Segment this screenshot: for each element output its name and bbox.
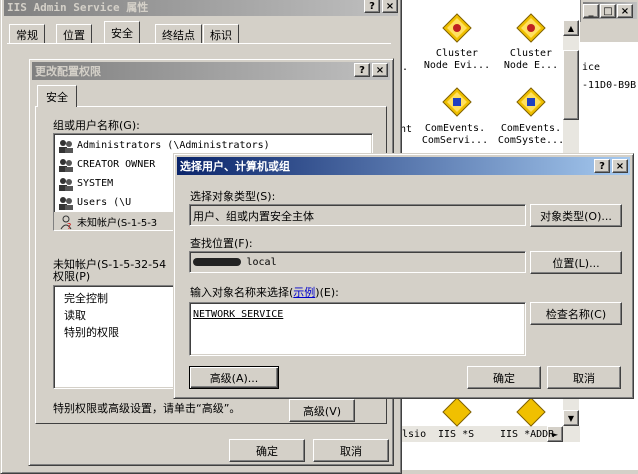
user-name: 未知帐户(S-1-5-3 bbox=[77, 218, 158, 229]
object-type-value: 用户、组或内置安全主体 bbox=[193, 210, 314, 223]
users-group-icon bbox=[59, 158, 73, 172]
unknown-user-icon: ? bbox=[60, 215, 72, 230]
list-sub-text: -11D0-B9B bbox=[582, 80, 637, 91]
select-users-window: 选择用户、计算机或组 ? × 选择对象类型(S): 用户、组或内置安全主体 对象… bbox=[173, 153, 634, 399]
list-item[interactable]: IIS *S bbox=[438, 429, 474, 440]
location-label: 查找位置(F): bbox=[190, 237, 253, 250]
object-type-label: 选择对象类型(S): bbox=[190, 190, 276, 203]
tab-label: 常规 bbox=[16, 28, 38, 42]
redacted-block bbox=[193, 258, 241, 266]
locations-button[interactable]: 位置(L)... bbox=[530, 251, 622, 274]
item-line1: ComEvents. bbox=[500, 123, 562, 134]
component-icon[interactable] bbox=[515, 396, 547, 428]
list-item[interactable]: ComEvents. ComSyste... bbox=[493, 123, 569, 147]
item-line1: Cluster bbox=[435, 48, 479, 59]
users-group-icon bbox=[59, 177, 73, 191]
component-icon[interactable] bbox=[441, 12, 473, 44]
tab-label: 终结点 bbox=[162, 28, 195, 42]
list-item[interactable]: ComEvents. ComServi... bbox=[417, 123, 493, 147]
object-names-value: NETWORK SERVICE bbox=[193, 309, 284, 320]
tab-security[interactable]: 安全 bbox=[37, 85, 77, 107]
tab-identity[interactable]: 标识 bbox=[203, 24, 239, 44]
names-label: 输入对象名称来选择(示例)(E): bbox=[190, 284, 339, 300]
help-icon[interactable]: ? bbox=[364, 0, 380, 13]
help-icon[interactable]: ? bbox=[594, 159, 610, 173]
window-title: IIS Admin Service 属性 bbox=[7, 1, 149, 14]
object-type-field: 用户、组或内置安全主体 bbox=[189, 204, 526, 226]
tab-label: 位置 bbox=[63, 28, 85, 42]
user-name: Administrators (\Administrators) bbox=[77, 140, 270, 151]
item-line2: ComSyste... bbox=[497, 135, 565, 146]
item-line1: Cluster bbox=[509, 48, 553, 59]
tab-endpoints[interactable]: 终结点 bbox=[155, 24, 202, 44]
list-item[interactable]: Cluster Node Evi... bbox=[419, 48, 495, 72]
permissions-label: 权限(P) bbox=[53, 270, 91, 283]
cancel-button[interactable]: 取消 bbox=[547, 366, 621, 389]
location-field: local bbox=[189, 251, 526, 273]
tab-label: 标识 bbox=[210, 28, 232, 42]
group-label: 组或用户名称(G): bbox=[53, 119, 140, 132]
ok-button[interactable]: 确定 bbox=[467, 366, 541, 389]
users-group-icon bbox=[59, 139, 73, 153]
list-item[interactable]: IIS *ADDR bbox=[500, 429, 554, 440]
component-icon[interactable] bbox=[441, 86, 473, 118]
advanced-button[interactable]: 高级(A)... bbox=[189, 366, 279, 389]
users-group-icon bbox=[59, 196, 73, 210]
scroll-down-icon[interactable]: ▼ bbox=[563, 410, 579, 426]
item-line2: Node E... bbox=[503, 60, 559, 71]
user-name: CREATOR OWNER bbox=[77, 159, 156, 170]
tab-security[interactable]: 安全 bbox=[104, 21, 140, 43]
close-icon[interactable]: × bbox=[372, 63, 388, 77]
permissions-list[interactable]: 完全控制 读取 特别的权限 bbox=[53, 285, 193, 389]
object-names-input[interactable]: NETWORK SERVICE bbox=[189, 302, 526, 356]
tab-location[interactable]: 位置 bbox=[56, 24, 92, 44]
cancel-button[interactable]: 取消 bbox=[313, 439, 389, 462]
tab-label: 安全 bbox=[46, 90, 68, 104]
examples-link[interactable]: 示例 bbox=[293, 286, 315, 299]
tab-general[interactable]: 常规 bbox=[9, 24, 45, 44]
partial-text: . bbox=[402, 62, 409, 73]
window-title: 更改配置权限 bbox=[35, 65, 101, 78]
iis-properties-titlebar[interactable]: IIS Admin Service 属性 bbox=[4, 0, 398, 16]
change-permissions-titlebar[interactable]: 更改配置权限 bbox=[32, 62, 390, 80]
user-name: SYSTEM bbox=[77, 178, 114, 189]
item-line2: Node Evi... bbox=[423, 60, 491, 71]
select-users-titlebar[interactable]: 选择用户、计算机或组 bbox=[177, 157, 630, 175]
list-header-text: ice bbox=[582, 62, 601, 73]
close-icon[interactable]: × bbox=[612, 159, 628, 173]
component-icon[interactable] bbox=[441, 396, 473, 428]
maximize-icon[interactable]: □ bbox=[600, 4, 616, 18]
location-value: local bbox=[246, 257, 277, 268]
item-line2: ComServi... bbox=[421, 135, 489, 146]
close-icon[interactable]: × bbox=[382, 0, 398, 13]
tab-label: 安全 bbox=[111, 26, 133, 40]
advanced-button[interactable]: 高级(V) bbox=[289, 399, 355, 422]
window-title: 选择用户、计算机或组 bbox=[180, 160, 290, 173]
names-label-suffix: )(E): bbox=[315, 286, 339, 299]
component-icon[interactable] bbox=[515, 86, 547, 118]
help-icon[interactable]: ? bbox=[354, 63, 370, 77]
scroll-up-icon[interactable]: ▲ bbox=[563, 20, 579, 36]
item-line1: ComEvents. bbox=[424, 123, 486, 134]
advanced-hint: 特别权限或高级设置，请单击“高级”。 bbox=[53, 402, 241, 415]
object-types-button[interactable]: 对象类型(O)... bbox=[530, 204, 622, 227]
check-names-button[interactable]: 检查名称(C) bbox=[530, 302, 622, 325]
close-icon[interactable]: × bbox=[617, 4, 633, 18]
names-label-prefix: 输入对象名称来选择( bbox=[190, 286, 294, 299]
svg-text:?: ? bbox=[67, 222, 71, 230]
minimize-icon[interactable]: _ bbox=[583, 4, 599, 18]
ok-button[interactable]: 确定 bbox=[229, 439, 305, 462]
user-name: Users (\U bbox=[77, 197, 132, 208]
component-icon[interactable] bbox=[515, 12, 547, 44]
list-item[interactable]: Cluster Node E... bbox=[493, 48, 569, 72]
